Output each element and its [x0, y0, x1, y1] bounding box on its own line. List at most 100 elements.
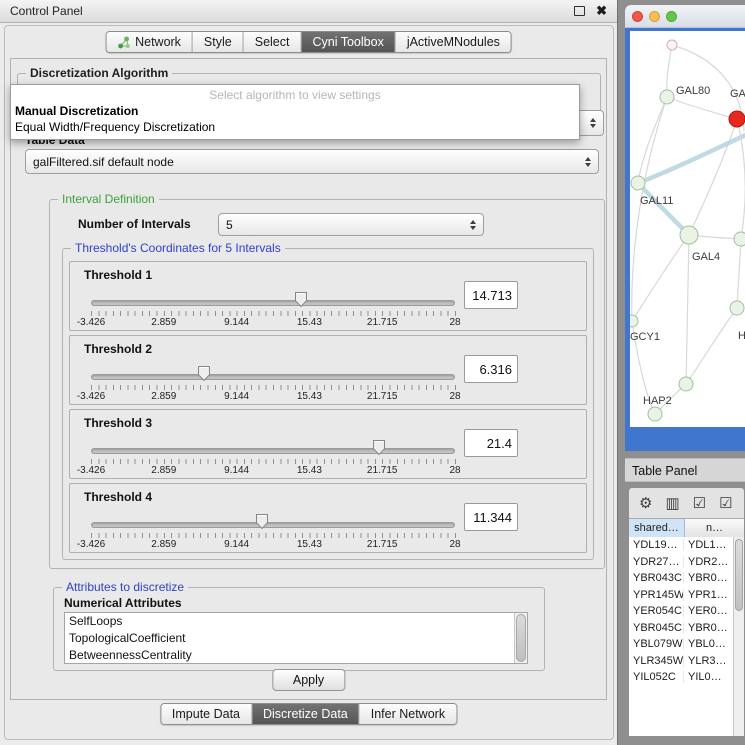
scale-label: 28	[449, 317, 460, 328]
table-cell: YDR2…	[684, 556, 734, 568]
scale-label: 2.859	[151, 465, 176, 476]
slider-thumb-icon[interactable]	[197, 365, 211, 387]
network-edge[interactable]	[667, 45, 672, 97]
table-row[interactable]: YBR043CYBR0…	[629, 570, 734, 587]
network-edge[interactable]	[689, 119, 737, 235]
network-node[interactable]	[667, 40, 677, 50]
network-node[interactable]	[660, 90, 674, 104]
slider-thumb-icon[interactable]	[294, 291, 308, 313]
slider-ticks	[91, 385, 456, 390]
table-row[interactable]: YLR345WYLR3…	[629, 653, 734, 670]
table-row[interactable]: YBR045CYBR0…	[629, 620, 734, 637]
table-row[interactable]: YER054CYER0…	[629, 603, 734, 620]
tab-impute-data[interactable]: Impute Data	[161, 704, 251, 724]
network-node[interactable]	[631, 176, 645, 190]
attribute-list-item[interactable]: SelfLoops	[65, 613, 527, 630]
close-window-icon[interactable]: ✖	[596, 5, 607, 17]
table-panel-strip: Table Panel	[625, 458, 745, 482]
table-cell: YIL0…	[684, 671, 734, 683]
numerical-attributes-list[interactable]: SelfLoopsTopologicalCoefficientBetweenne…	[64, 612, 528, 664]
node-label: H	[738, 330, 745, 342]
node-label: GAL11	[640, 195, 673, 207]
network-node[interactable]	[679, 377, 693, 391]
tab-network[interactable]: Network	[106, 32, 192, 52]
zoom-traffic-light-icon[interactable]	[666, 11, 677, 22]
table-data-select[interactable]: galFiltered.sif default node	[25, 149, 599, 174]
scale-label: 15.43	[297, 317, 322, 328]
network-node[interactable]	[680, 226, 698, 244]
table-row[interactable]: YBL079WYBL0…	[629, 636, 734, 653]
network-icon	[117, 36, 130, 49]
attribute-list-item[interactable]: BetweennessCentrality	[65, 647, 527, 664]
slider-thumb-icon[interactable]	[255, 513, 269, 535]
scale-label: -3.426	[77, 465, 105, 476]
threshold-slider[interactable]	[91, 372, 455, 382]
intervals-select[interactable]: 5	[218, 213, 484, 236]
network-node[interactable]	[630, 315, 638, 327]
network-edge[interactable]	[667, 97, 737, 119]
slider-track[interactable]	[91, 448, 455, 454]
column-header-name[interactable]: n…	[685, 519, 744, 537]
network-edge[interactable]	[632, 235, 689, 321]
scrollbar-thumb[interactable]	[735, 539, 743, 611]
threshold-value-input[interactable]	[464, 429, 518, 457]
table-cell: YLR345W	[629, 655, 684, 667]
scale-label: 15.43	[297, 391, 322, 402]
table-row[interactable]: YDL19…YDL1…	[629, 537, 734, 554]
threshold-slider[interactable]	[91, 520, 455, 530]
columns-icon[interactable]: ▥	[665, 496, 679, 511]
scrollbar-thumb[interactable]	[516, 614, 526, 662]
tab-discretize-data[interactable]: Discretize Data	[251, 704, 359, 724]
threshold-value-input[interactable]	[464, 281, 518, 309]
close-traffic-light-icon[interactable]	[632, 11, 643, 22]
network-edge[interactable]	[686, 235, 689, 384]
column-header-shared-name[interactable]: shared…	[629, 519, 685, 537]
select-columns-icon[interactable]: ☑	[719, 496, 732, 511]
table-row[interactable]: YPR145WYPR1…	[629, 587, 734, 604]
threshold-value-input[interactable]	[464, 355, 518, 383]
spinner-arrows-icon	[470, 220, 476, 230]
tab-label: Impute Data	[172, 707, 240, 721]
network-node[interactable]	[648, 407, 662, 421]
table-row[interactable]: YIL052CYIL0…	[629, 669, 734, 686]
threshold-label: Threshold 1	[84, 268, 152, 282]
tab-infer-network[interactable]: Infer Network	[359, 704, 456, 724]
spinner-arrows-icon	[590, 118, 596, 128]
tab-cyni-toolbox[interactable]: Cyni Toolbox	[300, 32, 394, 52]
dropdown-option[interactable]: Manual Discretization	[11, 103, 579, 119]
list-scrollbar[interactable]	[514, 613, 527, 663]
minimize-traffic-light-icon[interactable]	[649, 11, 660, 22]
bottom-tab-bar: Impute Data Discretize DataInfer Network	[160, 703, 457, 725]
tab-select[interactable]: Select	[243, 32, 301, 52]
threshold-slider[interactable]	[91, 298, 455, 308]
threshold-value-input[interactable]	[464, 503, 518, 531]
apply-button[interactable]: Apply	[272, 669, 345, 691]
scale-label: 21.715	[367, 539, 398, 550]
scale-label: 9.144	[224, 391, 249, 402]
network-edge[interactable]	[638, 183, 689, 235]
slider-track[interactable]	[91, 522, 455, 528]
network-node[interactable]	[734, 232, 745, 246]
network-node[interactable]	[729, 111, 745, 127]
select-all-columns-icon[interactable]: ☑	[693, 496, 706, 511]
slider-track[interactable]	[91, 374, 455, 380]
gear-icon[interactable]: ⚙	[639, 496, 652, 511]
scale-label: 28	[449, 539, 460, 550]
slider-ticks	[91, 533, 456, 538]
table-row[interactable]: YDR27…YDR2…	[629, 554, 734, 571]
network-edge[interactable]	[737, 239, 741, 308]
table-scrollbar[interactable]	[733, 537, 744, 736]
float-window-icon[interactable]	[574, 6, 585, 16]
dropdown-option[interactable]: Equal Width/Frequency Discretization	[11, 119, 579, 135]
slider-thumb-icon[interactable]	[372, 439, 386, 461]
network-node[interactable]	[730, 301, 744, 315]
tab-style[interactable]: Style	[192, 32, 243, 52]
slider-track[interactable]	[91, 300, 455, 306]
attribute-list-item[interactable]: TopologicalCoefficient	[65, 630, 527, 647]
thresholds-list: Threshold 1 -3.426 2.859 9.144 15.43 21.715 28…	[69, 261, 587, 557]
threshold-slider[interactable]	[91, 446, 455, 456]
network-edge[interactable]	[686, 308, 737, 384]
tab-jactivemnodules[interactable]: jActiveMNodules	[395, 32, 511, 52]
numerical-attributes-label: Numerical Attributes	[64, 596, 182, 610]
network-canvas[interactable]: GAL80GAGAL11GAL4GCY1HAP2H	[630, 31, 745, 427]
